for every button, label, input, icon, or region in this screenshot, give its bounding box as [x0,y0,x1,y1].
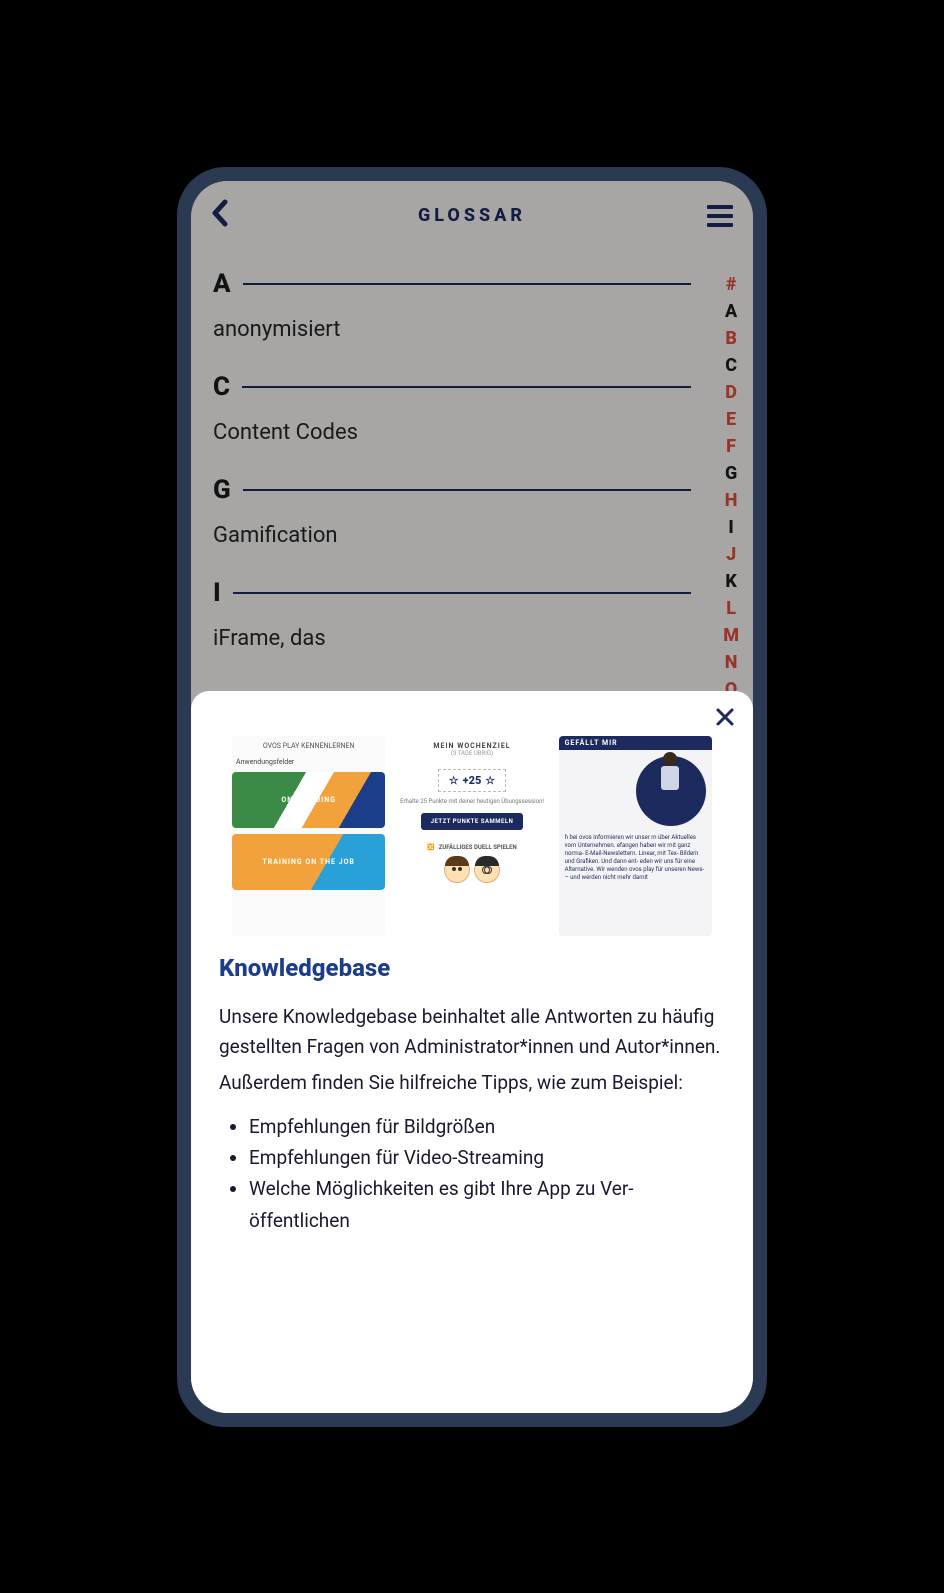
close-button[interactable] [715,705,735,733]
close-icon [715,707,735,727]
alpha-index-letter[interactable]: K [723,568,739,595]
glossary-list: A anonymisiert C Content Codes G Gamific… [191,251,753,651]
alpha-index-letter[interactable]: M [723,622,739,649]
glossary-entry[interactable]: anonymisiert [213,317,731,342]
alpha-index[interactable]: #ABCDEFGHIJKLMNO [723,271,739,703]
preview-image: OVOS PLAY KENNENLERNEN Anwendungsfelder … [232,736,712,936]
shuffle-row: 🔀ZUFÄLLIGES DUELL SPIELEN [427,844,517,851]
alpha-index-letter[interactable]: J [723,541,739,568]
detail-sheet: OVOS PLAY KENNENLERNEN Anwendungsfelder … [191,691,753,1413]
sheet-paragraph: Außerdem finden Sie hilfreiche Tipps, wi… [219,1068,725,1098]
app-header: GLOSSAR [191,181,753,251]
alpha-index-letter[interactable]: C [723,352,739,379]
avatar-icon [444,857,470,883]
divider [242,386,691,388]
preview-bar: GEFÄLLT MIR [559,736,712,750]
alpha-index-letter[interactable]: D [723,379,739,406]
list-item: Empfehlungen für Video-Streaming [249,1142,725,1173]
section-letter: G [213,475,231,505]
phone-screen: GLOSSAR A anonymisiert C Con [191,181,753,1413]
hamburger-icon [707,205,733,209]
list-item: Welche Möglichkeiten es gibt Ihre App zu… [249,1173,725,1236]
preview-col-1: OVOS PLAY KENNENLERNEN Anwendungsfelder … [232,736,385,936]
alpha-index-letter[interactable]: G [723,460,739,487]
glossary-entry[interactable]: iFrame, das [213,626,731,651]
chevron-left-icon [211,199,229,227]
preview-sub: Erhalte 25 Punkte mit deiner heutigen Üb… [400,798,544,806]
divider [243,283,691,285]
alpha-index-letter[interactable]: A [723,298,739,325]
alpha-index-letter[interactable]: F [723,433,739,460]
section-letter: C [213,372,230,402]
alpha-index-letter[interactable]: L [723,595,739,622]
glossary-section: A anonymisiert [213,269,731,342]
avatars [444,857,500,883]
divider [243,489,691,491]
sheet-paragraph: Unsere Knowledgebase beinhaltet alle Ant… [219,1002,725,1063]
preview-button: JETZT PUNKTE SAMMELN [421,813,524,830]
avatar-icon [474,857,500,883]
points-box: ☆+25☆ [438,769,506,792]
page-title: GLOSSAR [418,205,526,226]
back-button[interactable] [211,196,229,236]
section-letter: I [213,578,221,608]
alpha-index-letter[interactable]: # [723,271,739,298]
preview-card: TRAINING ON THE JOB [232,834,385,890]
section-letter: A [213,269,231,299]
glossary-section: I iFrame, das [213,578,731,651]
list-item: Empfehlungen für Bildgrößen [249,1111,725,1142]
glossary-entry[interactable]: Gamification [213,523,731,548]
preview-card: ONBOARDING [232,772,385,828]
preview-heading: MEIN WOCHENZIEL [433,742,510,750]
preview-col-2: MEIN WOCHENZIEL (3 TAGE ÜBRIG) ☆+25☆ Erh… [395,736,548,936]
preview-sub: (3 TAGE ÜBRIG) [451,750,493,757]
sheet-title: Knowledgebase [219,954,725,982]
phone-frame: GLOSSAR A anonymisiert C Con [177,167,767,1427]
glossary-section: G Gamification [213,475,731,548]
alpha-index-letter[interactable]: N [723,649,739,676]
alpha-index-letter[interactable]: E [723,406,739,433]
alpha-index-letter[interactable]: I [723,514,739,541]
sheet-bullet-list: Empfehlungen für Bildgrößen Empfehlungen… [219,1111,725,1236]
preview-heading: OVOS PLAY KENNENLERNEN [232,740,385,752]
menu-button[interactable] [707,205,733,227]
divider [233,592,691,594]
alpha-index-letter[interactable]: B [723,325,739,352]
alpha-index-letter[interactable]: H [723,487,739,514]
illustration [559,750,712,830]
preview-label: Anwendungsfelder [232,758,385,766]
preview-text: h bei ovos informieren wir unser m über … [559,830,712,887]
glossary-entry[interactable]: Content Codes [213,420,731,445]
preview-col-3: GEFÄLLT MIR h bei ovos informieren wir u… [559,736,712,936]
glossary-section: C Content Codes [213,372,731,445]
